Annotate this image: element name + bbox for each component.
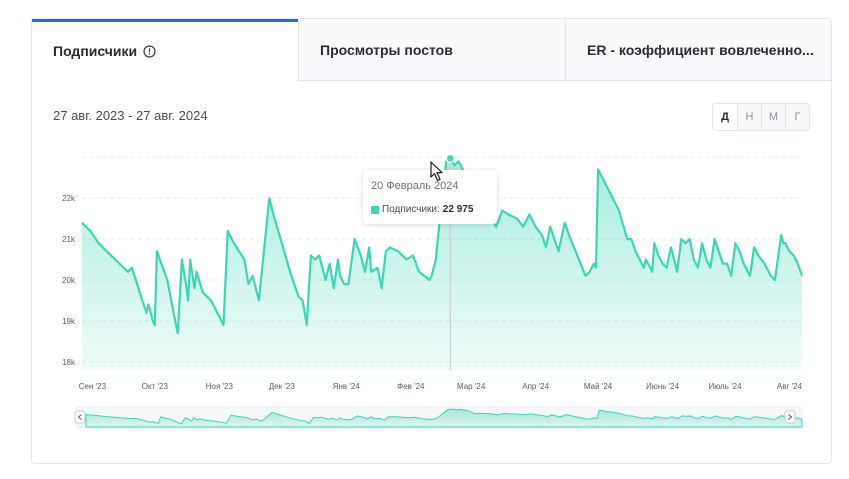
x-tick-label: Сен '23 bbox=[79, 382, 107, 391]
y-tick-label: 20k bbox=[62, 276, 76, 285]
navigator-right-handle[interactable] bbox=[784, 410, 796, 424]
navigator-left-handle[interactable] bbox=[74, 410, 86, 424]
navigator[interactable] bbox=[74, 406, 803, 429]
tooltip-series-swatch bbox=[371, 205, 379, 214]
y-tick-label: 18k bbox=[62, 358, 76, 367]
x-tick-label: Май '24 bbox=[584, 382, 613, 391]
y-tick-label: 21k bbox=[62, 235, 76, 244]
x-tick-label: Авг '24 bbox=[777, 382, 803, 391]
tooltip-value: 22 975 bbox=[442, 204, 474, 215]
x-axis: Сен '23 Окт '23 Ноя '23 Дек '23 Янв '24 Фев '… bbox=[79, 382, 803, 391]
x-tick-label: Янв '24 bbox=[333, 382, 361, 391]
y-axis: 18k 19k 20k 21k 22k bbox=[62, 194, 76, 367]
x-tick-label: Дек '23 bbox=[269, 382, 296, 391]
tooltip-series-label: Подписчики: bbox=[382, 204, 440, 215]
x-tick-label: Фев '24 bbox=[397, 382, 425, 391]
tooltip-row: Подписчики: 22 975 bbox=[371, 204, 473, 215]
x-tick-label: Июль '24 bbox=[708, 382, 742, 391]
x-tick-label: Ноя '23 bbox=[206, 382, 234, 391]
y-tick-label: 19k bbox=[62, 317, 76, 326]
x-tick-label: Мар '24 bbox=[457, 382, 486, 391]
y-tick-label: 22k bbox=[62, 194, 76, 203]
x-tick-label: Апр '24 bbox=[522, 382, 549, 391]
subscribers-chart: 18k 19k 20k 21k 22k Сен '23 Окт '23 Ноя '23 Дек… bbox=[62, 153, 804, 429]
highlight-point bbox=[445, 153, 456, 164]
mouse-cursor-icon bbox=[430, 161, 443, 182]
x-tick-label: Июнь '24 bbox=[646, 382, 680, 391]
tooltip-date: 20 Февраль 2024 bbox=[371, 180, 459, 192]
x-tick-label: Окт '23 bbox=[142, 382, 169, 391]
